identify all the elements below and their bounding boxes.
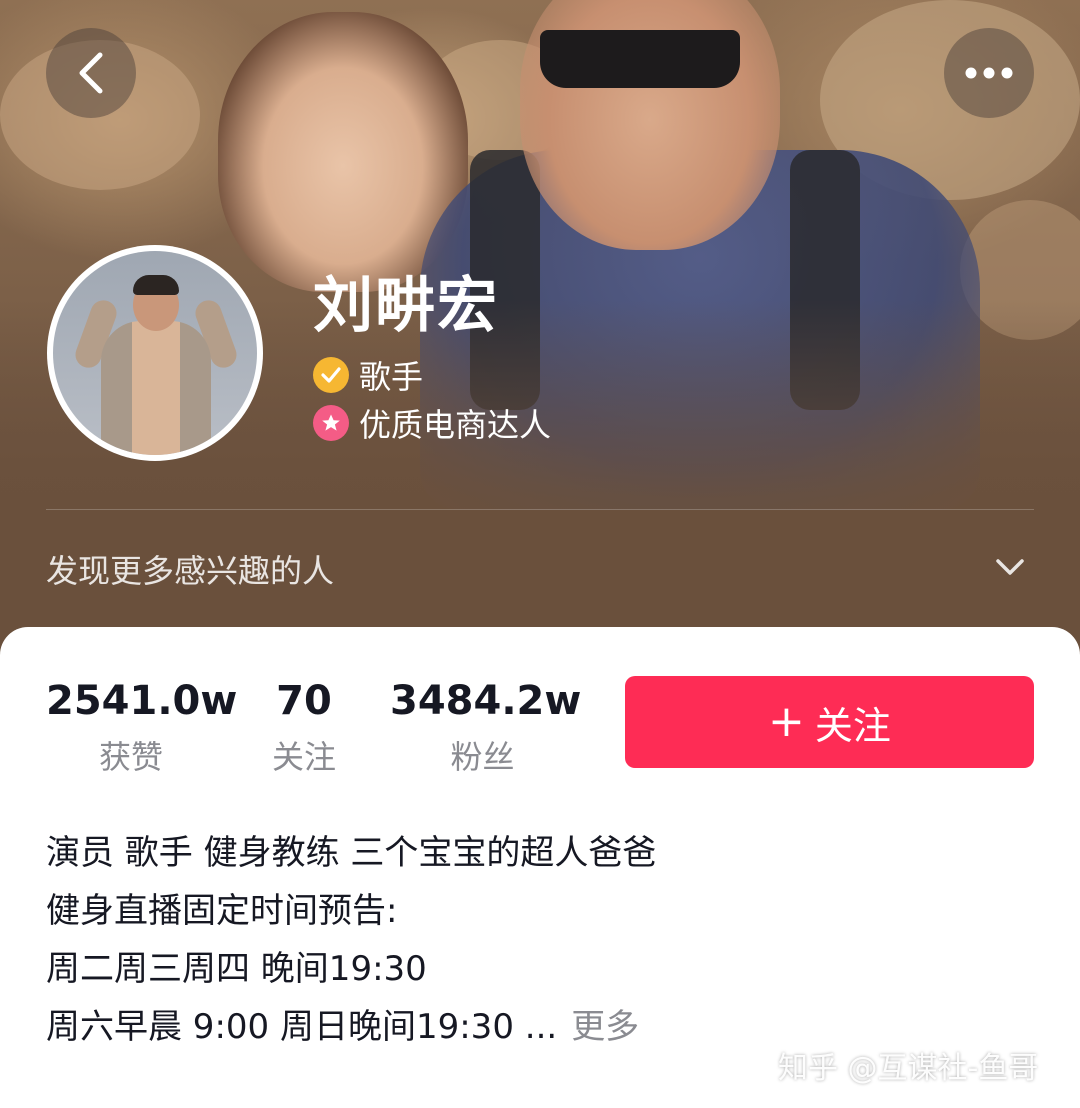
stat-label: 获赞 <box>98 738 163 776</box>
divider <box>46 509 1034 510</box>
profile-tag-label: 优质电商达人 <box>359 406 552 444</box>
avatar-body <box>101 321 211 455</box>
chevron-down-icon[interactable] <box>994 556 1026 578</box>
bio-line: 演员 歌手 健身教练 三个宝宝的超人爸爸 <box>46 833 657 873</box>
bio-line-text: 周六早晨 9:00 周日晚间19:30 ... <box>46 1007 558 1047</box>
chevron-left-icon <box>79 52 103 94</box>
star-badge-icon <box>313 405 349 441</box>
cover-figure-sunglasses <box>540 30 740 88</box>
profile-tag-singer[interactable]: 歌手 <box>313 353 423 397</box>
avatar[interactable] <box>47 245 263 461</box>
watermark: 知乎 @互谋社-鱼哥 <box>778 1051 1039 1086</box>
avatar-image <box>53 251 257 455</box>
stat-value: 3484.2w <box>390 678 582 724</box>
profile-tag-ecommerce[interactable]: 优质电商达人 <box>313 401 551 445</box>
bio-line: 周二周三周四 晚间19:30 <box>46 949 427 989</box>
stat-fans[interactable]: 3484.2w 粉丝 <box>390 675 582 779</box>
follow-button[interactable]: + 关注 <box>625 676 1034 768</box>
stat-label: 粉丝 <box>450 738 515 776</box>
stat-value: 70 <box>276 678 332 724</box>
avatar-hair <box>133 275 179 295</box>
plus-icon: + <box>768 696 805 747</box>
bio-line: 健身直播固定时间预告: <box>46 891 398 931</box>
more-button[interactable] <box>944 28 1034 118</box>
bio: 演员 歌手 健身教练 三个宝宝的超人爸爸 健身直播固定时间预告: 周二周三周四 … <box>46 824 946 1056</box>
bio-more-link[interactable]: 更多 <box>571 1007 639 1047</box>
stat-label: 关注 <box>271 738 336 776</box>
more-dots-icon <box>965 67 1013 79</box>
profile-name: 刘畊宏 <box>313 271 499 341</box>
back-button[interactable] <box>46 28 136 118</box>
stat-following[interactable]: 70 关注 <box>262 675 346 779</box>
stat-likes[interactable]: 2541.0w 获赞 <box>46 675 238 779</box>
discover-more-label[interactable]: 发现更多感兴趣的人 <box>46 546 334 592</box>
profile-tag-label: 歌手 <box>359 358 424 396</box>
stat-value: 2541.0w <box>46 678 238 724</box>
follow-button-label: 关注 <box>814 703 891 748</box>
verified-check-icon <box>313 357 349 393</box>
